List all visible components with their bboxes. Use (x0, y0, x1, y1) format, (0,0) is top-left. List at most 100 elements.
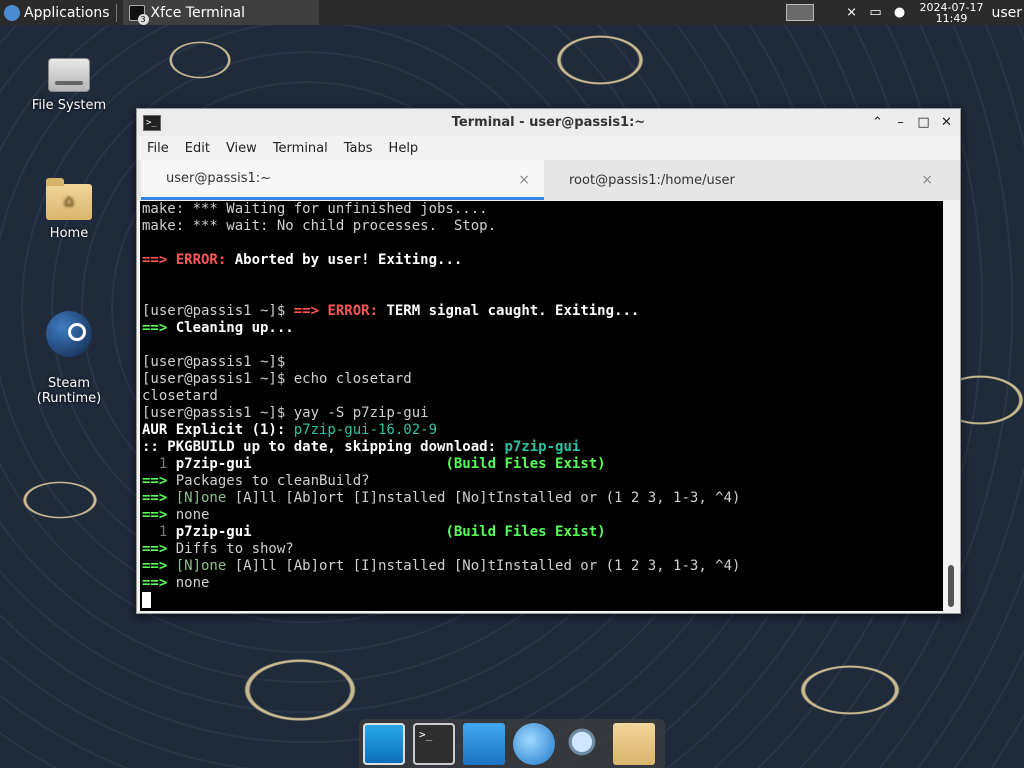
terminal-text: make: *** wait: No child processes. Stop… (142, 218, 497, 234)
terminal-line: [user@passis1 ~]$ yay -S p7zip-gui (142, 405, 943, 422)
terminal-line: 1 p7zip-gui (Build Files Exist) (142, 456, 943, 473)
terminal-line: [user@passis1 ~]$ (142, 354, 943, 371)
terminal-text: 1 (142, 524, 176, 540)
panel-tray: ⨯ ▭ ● 2024-07-17 11:49 user (785, 0, 1024, 25)
menu-terminal[interactable]: Terminal (273, 141, 328, 156)
menu-tabs[interactable]: Tabs (344, 141, 373, 156)
terminal-text: [A]ll [Ab]ort [I]nstalled [No]tInstalled… (234, 490, 741, 506)
user-menu[interactable]: user (991, 5, 1022, 21)
menu-bar: File Edit View Terminal Tabs Help (137, 136, 960, 160)
menu-edit[interactable]: Edit (185, 141, 210, 156)
terminal-line: ==> none (142, 507, 943, 524)
menu-view[interactable]: View (226, 141, 257, 156)
window-titlebar[interactable]: >_ Terminal - user@passis1:~ ⌃ – □ ✕ (137, 109, 960, 136)
search-icon[interactable] (563, 722, 605, 765)
terminal-text: ==> (142, 507, 176, 523)
terminal-text: [N]one (175, 558, 235, 574)
terminal-text: ERROR: (175, 252, 235, 268)
terminal-text: none (175, 507, 210, 523)
terminal-icon[interactable]: >_ (413, 722, 455, 765)
terminal-text: ==> (142, 252, 176, 268)
terminal-text: ==> (142, 575, 176, 591)
taskbar-item-terminal[interactable]: 3 Xfce Terminal (122, 0, 319, 25)
desktop-icon-file-system[interactable]: File System (19, 58, 119, 113)
minimize-button[interactable]: – (891, 113, 910, 132)
terminal-text: [user@passis1 ~]$ yay -S p7zip-gui (142, 405, 429, 421)
terminal-text: [user@passis1 ~]$ echo closetard (142, 371, 412, 387)
panel-clock[interactable]: 2024-07-17 11:49 (920, 2, 984, 24)
terminal-text: ==> (142, 490, 176, 506)
terminal-line: ==> [N]one [A]ll [Ab]ort [I]nstalled [No… (142, 558, 943, 575)
workspace-switcher[interactable] (785, 4, 814, 21)
tab-close-icon[interactable]: × (518, 172, 530, 188)
terminal-text: p7zip-gui (175, 456, 252, 472)
terminal-line: ==> Diffs to show? (142, 541, 943, 558)
terminal-prompt-line (142, 592, 943, 609)
maximize-button[interactable]: □ (914, 113, 933, 132)
terminal-text: ==> (142, 558, 176, 574)
menu-help[interactable]: Help (389, 141, 419, 156)
terminal-text: ==> (142, 541, 176, 557)
terminal-text: (Build Files Exist) (445, 456, 606, 472)
window-controls: ⌃ – □ ✕ (868, 113, 956, 132)
terminal-line: ==> [N]one [A]ll [Ab]ort [I]nstalled [No… (142, 490, 943, 507)
tab-label: user@passis1:~ (166, 171, 272, 186)
terminal-icon: 3 (128, 4, 149, 25)
terminal-text: ==> (142, 320, 176, 336)
terminal-text: (Build Files Exist) (445, 524, 606, 540)
xfce-logo-icon (4, 4, 20, 21)
terminal-text: Aborted by user! Exiting... (234, 252, 463, 268)
terminal-text: 1 (142, 456, 176, 472)
terminal-text: Cleaning up... (175, 320, 294, 336)
desktop-icon-steam[interactable]: Steam (Runtime) (19, 296, 119, 421)
terminal-text: make: *** Waiting for unfinished jobs...… (142, 201, 488, 217)
terminal-text: ==> (293, 303, 328, 319)
applications-menu-button[interactable]: Applications (0, 0, 114, 25)
drive-icon (48, 58, 90, 92)
network-disconnected-icon[interactable]: ⨯ (843, 4, 861, 22)
shade-button[interactable]: ⌃ (868, 113, 887, 132)
terminal-text: p7zip-gui-16.02-9 (293, 422, 438, 438)
terminal-text: closetard (142, 388, 218, 404)
close-button[interactable]: ✕ (937, 113, 956, 132)
terminal-text: Diffs to show? (175, 541, 294, 557)
scrollbar-thumb[interactable] (948, 565, 954, 607)
terminal-line: make: *** wait: No child processes. Stop… (142, 218, 943, 235)
browser-icon[interactable] (513, 722, 555, 765)
terminal-line: [user@passis1 ~]$ echo closetard (142, 371, 943, 388)
terminal-line: ==> Packages to cleanBuild? (142, 473, 943, 490)
files-icon[interactable] (463, 722, 505, 765)
desktop-icon-home[interactable]: ⌂ Home (19, 178, 119, 241)
terminal-text: AUR Explicit (1): (142, 422, 294, 438)
tab-bar: user@passis1:~ × root@passis1:/home/user… (137, 160, 960, 200)
terminal-text: none (175, 575, 210, 591)
tab-user-home[interactable]: user@passis1:~ × (141, 160, 544, 200)
terminal-text: [A]ll [Ab]ort [I]nstalled [No]tInstalled… (234, 558, 741, 574)
battery-icon[interactable]: ▭ (867, 4, 885, 22)
terminal-text: [N]one (175, 490, 235, 506)
steam-icon (46, 311, 92, 357)
terminal-text: ERROR: (327, 303, 387, 319)
terminal-line: closetard (142, 388, 943, 405)
tab-close-icon[interactable]: × (921, 172, 933, 188)
menu-file[interactable]: File (147, 141, 169, 156)
terminal-line: make: *** Waiting for unfinished jobs...… (142, 201, 943, 218)
tab-label: root@passis1:/home/user (569, 172, 735, 188)
terminal-line: AUR Explicit (1): p7zip-gui-16.02-9 (142, 422, 943, 439)
applications-label: Applications (24, 4, 110, 21)
terminal-output[interactable]: make: *** Waiting for unfinished jobs...… (140, 201, 943, 611)
terminal-text: TERM signal caught. Exiting... (386, 303, 640, 319)
terminal-scrollbar[interactable] (943, 201, 959, 611)
tab-root-home-user[interactable]: root@passis1:/home/user × (544, 160, 947, 200)
notification-bell-icon[interactable]: ● (891, 4, 909, 22)
terminal-window: >_ Terminal - user@passis1:~ ⌃ – □ ✕ Fil… (136, 108, 961, 614)
terminal-text: Packages to cleanBuild? (175, 473, 370, 489)
clock-time: 11:49 (935, 11, 968, 25)
desktop-icon[interactable] (363, 722, 405, 765)
folder-icon[interactable] (613, 722, 655, 765)
